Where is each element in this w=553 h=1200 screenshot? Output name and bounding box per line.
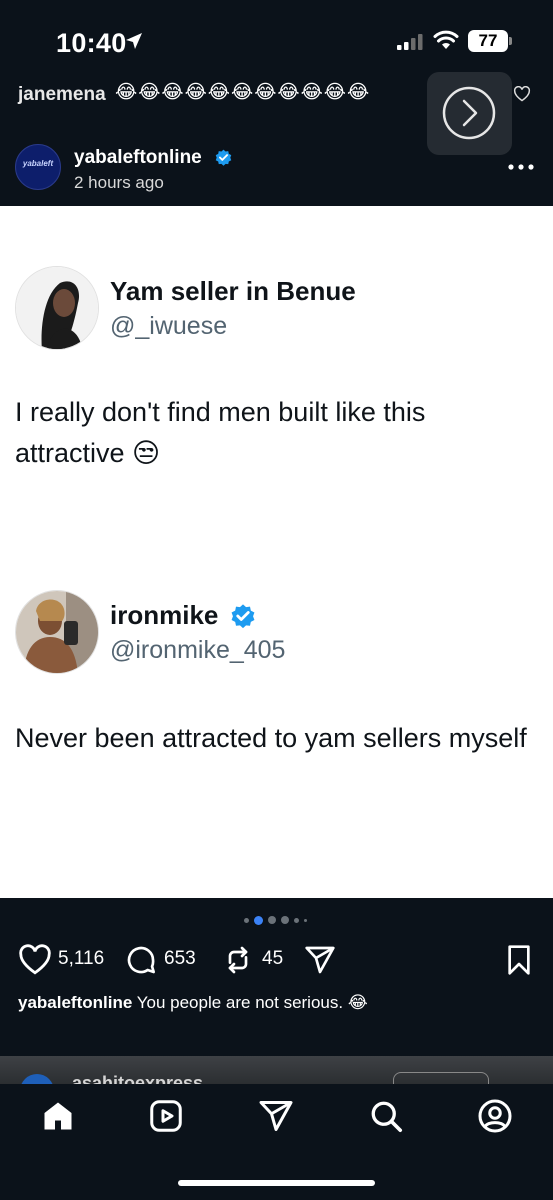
next-post-username: asahitoexpress [72, 1073, 204, 1084]
carousel-dot [281, 916, 289, 924]
battery-indicator: 77 [468, 30, 508, 52]
comment-icon[interactable] [125, 944, 157, 976]
caption-username[interactable]: yabaleftonline [18, 993, 132, 1012]
tweet-author-handle: @_iwuese [110, 312, 228, 340]
cellular-signal-icon [397, 34, 423, 50]
avatar-logo-text: yabaleft [22, 159, 54, 168]
save-bookmark-icon[interactable] [505, 944, 533, 976]
battery-tip [509, 37, 512, 45]
tweet-text: Never been attracted to yam sellers myse… [15, 723, 527, 753]
post-caption: yabaleftonline You people are not seriou… [18, 993, 368, 1013]
carousel-dot [304, 918, 307, 922]
action-bar: 5,116 653 45 [0, 936, 553, 982]
repost-count[interactable]: 45 [262, 948, 283, 970]
status-time: 10:40 [56, 28, 127, 58]
tweet-text: I really don't find men built like this … [15, 397, 426, 468]
carousel-dot [268, 916, 276, 924]
tweet-avatar [15, 590, 99, 674]
banner-username: janemena [18, 84, 106, 105]
next-post-follow-button[interactable] [393, 1072, 489, 1084]
like-icon[interactable] [18, 944, 52, 976]
share-icon[interactable] [303, 944, 337, 976]
carousel-dot [254, 915, 263, 925]
post-header: yabaleft yabaleftonline 2 hours ago [0, 130, 553, 206]
tweet-avatar [15, 266, 99, 350]
status-bar: 10:40 77 [0, 0, 553, 82]
home-icon[interactable] [40, 1098, 76, 1134]
post-time: 2 hours ago [74, 173, 164, 192]
tweet-author-handle: @ironmike_405 [110, 636, 286, 664]
tweet-author-name: ironmike [110, 600, 219, 630]
like-count[interactable]: 5,116 [58, 948, 104, 970]
tweet-author-name: Yam seller in Benue [110, 276, 356, 306]
verified-badge-icon [215, 149, 232, 166]
post-username[interactable]: yabaleftonline [74, 147, 202, 169]
banner-emojis: 😂😂😂😂😂😂😂😂😂😂😂 [115, 82, 371, 103]
comment-count[interactable]: 653 [164, 948, 196, 970]
heart-outline-icon[interactable] [513, 86, 531, 102]
search-icon[interactable] [368, 1098, 404, 1134]
more-options-icon[interactable] [508, 163, 534, 171]
verified-badge-icon [231, 604, 255, 629]
carousel-dot [244, 917, 249, 923]
repost-icon[interactable] [222, 943, 254, 977]
post-image[interactable]: Yam seller in Benue @_iwuese I really do… [0, 206, 553, 898]
carousel-dot [294, 917, 299, 923]
location-arrow-icon [126, 33, 142, 49]
next-post-preview[interactable]: asahitoexpress [0, 1056, 553, 1084]
caption-text: You people are not serious. 😂 [136, 993, 368, 1012]
wifi-icon [433, 30, 459, 49]
reels-icon[interactable] [148, 1098, 184, 1134]
profile-icon[interactable] [477, 1098, 513, 1134]
home-indicator[interactable] [178, 1180, 375, 1186]
avatar[interactable]: yabaleft [15, 144, 61, 190]
direct-icon[interactable] [258, 1098, 294, 1134]
next-post-avatar [20, 1074, 54, 1084]
